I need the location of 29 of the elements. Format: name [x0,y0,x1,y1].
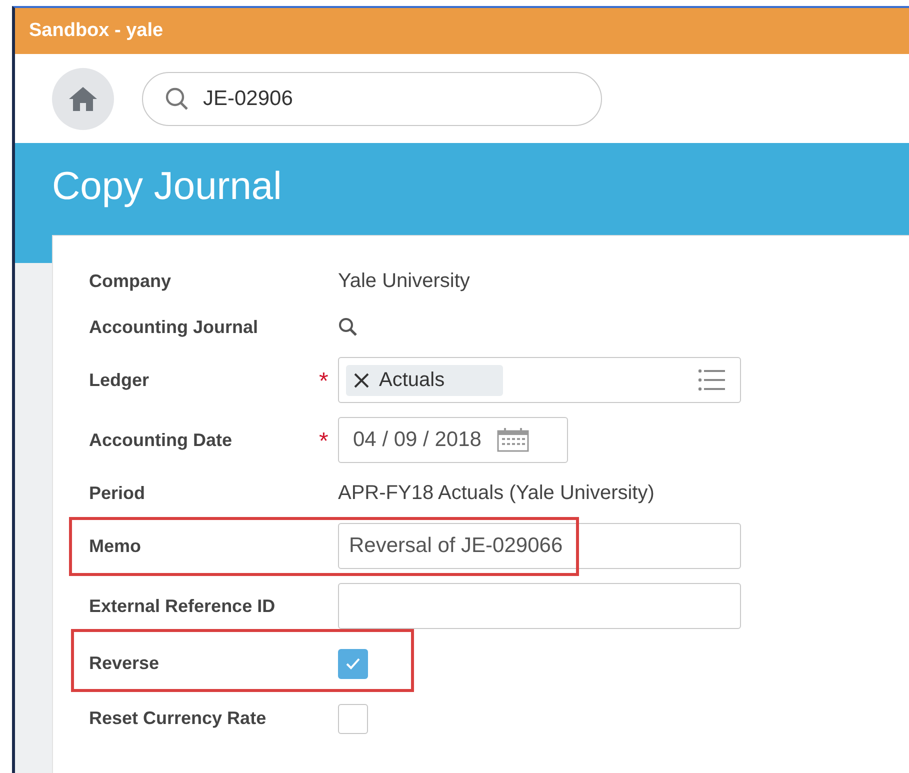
search-icon [165,86,189,110]
checkbox[interactable] [338,648,368,678]
search-icon[interactable] [338,317,358,337]
field-label: External Reference ID [89,596,276,616]
remove-icon[interactable] [354,372,369,388]
search-field[interactable]: JE-02906 [142,72,602,126]
field-label: Company [89,270,172,292]
text-field[interactable] [338,583,741,629]
field-label: Memo [89,536,142,556]
field-label: Reverse [89,653,160,674]
text-field[interactable]: Reversal of JE-029066 [338,523,741,569]
check-icon [346,658,360,670]
calendar-icon[interactable] [497,428,530,452]
field-value: APR-FY18 Actuals (Yale University) [338,482,654,504]
ledger-field[interactable]: Actuals [338,357,741,403]
required-marker: * [319,427,328,456]
field-label: Accounting Date [89,430,232,450]
date-field[interactable]: 04 / 09 / 2018 [338,417,568,463]
list-icon[interactable] [698,369,726,391]
tenant-name: Sandbox - yale [29,20,164,42]
checkbox[interactable] [338,704,368,734]
field-label: Period [89,482,146,504]
home-icon [68,86,98,112]
field-label: Reset Currency Rate [89,708,266,729]
required-marker: * [319,367,328,396]
page-title: Copy Journal [52,164,282,209]
field-value: Yale University [338,270,470,292]
field-label: Accounting Journal [89,316,258,338]
field-label: Ledger [89,370,150,390]
